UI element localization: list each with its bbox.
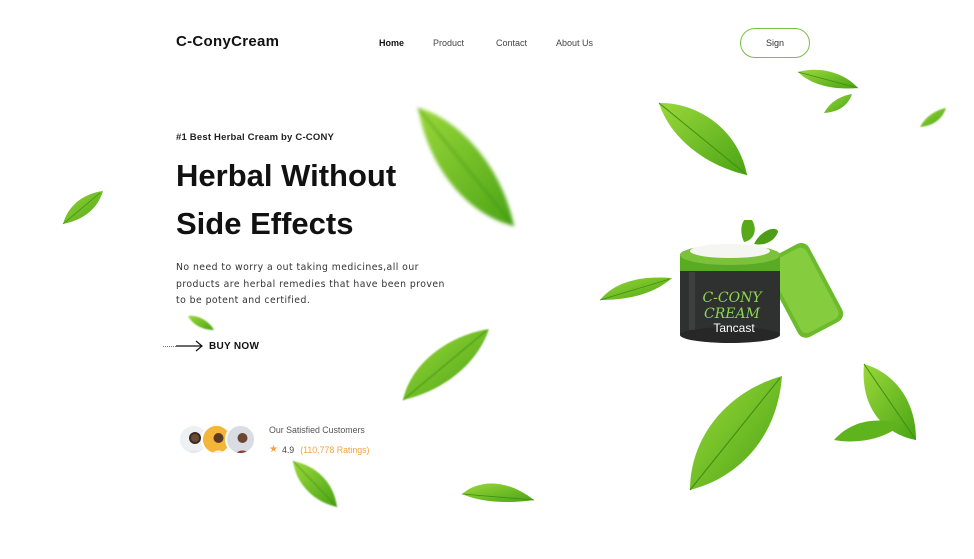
jar-label-line-2: CREAM [704, 306, 761, 322]
product-jar-image: C-CONY CREAM Tancast [680, 220, 844, 343]
nav-product[interactable]: Product [433, 38, 464, 48]
leaf-icon [824, 94, 852, 113]
buy-now-label: BUY NOW [209, 340, 260, 352]
avatar [225, 424, 256, 455]
main-nav: Home Product Contact About Us [0, 38, 974, 52]
rating-score: 4.9 [281, 444, 295, 455]
sign-button[interactable]: Sign [740, 28, 810, 58]
jar-brand: Tancast [713, 321, 755, 335]
leaf-icon [62, 191, 103, 225]
leaf-icon [599, 277, 672, 301]
hero-eyebrow: #1 Best Herbal Cream by C-CONY [176, 132, 335, 143]
leaf-icon [689, 376, 782, 491]
nav-home[interactable]: Home [379, 38, 404, 48]
leaf-icon [292, 460, 338, 508]
star-icon: ★ [269, 444, 278, 455]
leaf-icon [797, 69, 859, 89]
customer-avatars [178, 424, 258, 456]
dotted-line-decoration [163, 345, 176, 347]
rating-row: ★ 4.9 (110,778 Ratings) [269, 444, 369, 455]
leaf-icon [920, 108, 946, 127]
leaf-icon [834, 363, 916, 442]
jar-label-line-1: C-CONY [702, 290, 763, 306]
buy-now-button[interactable]: BUY NOW [163, 338, 259, 354]
hero-description: No need to worry a out taking medicines,… [176, 262, 445, 306]
customers-title: Our Satisfied Customers [269, 425, 365, 435]
leaf-icon [461, 483, 535, 502]
leaf-icon [188, 315, 214, 330]
ratings-count: (110,778 Ratings) [300, 444, 370, 455]
leaf-icon [417, 107, 515, 227]
leaf-icon [658, 102, 748, 176]
arrow-right-icon [176, 340, 203, 352]
nav-about-us[interactable]: About Us [556, 38, 593, 48]
leaf-icon [402, 329, 489, 401]
nav-contact[interactable]: Contact [496, 38, 527, 48]
